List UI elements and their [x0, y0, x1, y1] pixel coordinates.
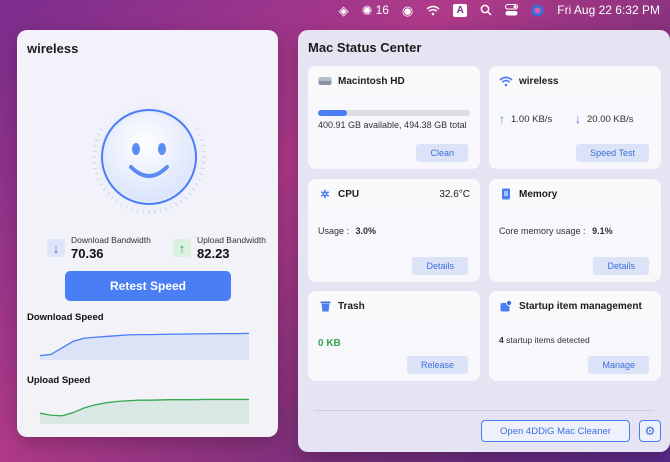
arrow-down-icon: ↓ — [575, 112, 581, 126]
trash-card: Trash 0 KB Release — [308, 291, 480, 381]
arrow-up-icon: ↑ — [173, 239, 191, 257]
mac-status-center-panel: Mac Status Center Macintosh HD 400.91 GB… — [298, 30, 670, 452]
panel-title: Mac Status Center — [308, 40, 422, 55]
gear-icon: ⚙ — [644, 424, 656, 438]
download-speed-value: 20.00 KB/s — [587, 113, 634, 125]
startup-items-icon — [499, 300, 513, 312]
cpu-usage-value: 3.0% — [355, 226, 377, 236]
notification-menu[interactable]: ✺ 16 — [362, 3, 389, 17]
speed-area — [40, 333, 249, 360]
cpu-temperature: 32.6°C — [439, 188, 470, 200]
release-button[interactable]: Release — [406, 356, 468, 374]
startup-detected-text: startup items detected — [506, 335, 590, 345]
cpu-details-button[interactable]: Details — [412, 257, 468, 275]
notification-count: 16 — [375, 3, 389, 17]
keyboard-input-icon[interactable]: A — [453, 3, 468, 17]
manage-button[interactable]: Manage — [588, 356, 649, 374]
disk-usage-text: 400.91 GB available, 494.38 GB total — [318, 120, 467, 130]
download-speed-title: Download Speed — [27, 312, 104, 323]
upload-bandwidth-value: 82.23 — [197, 246, 230, 261]
trash-size: 0 KB — [318, 338, 341, 349]
cpu-card: ✲ CPU 32.6°C Usage : 3.0% Details — [308, 179, 480, 282]
hard-drive-icon — [318, 75, 332, 87]
download-bandwidth-value: 70.36 — [71, 246, 104, 261]
memory-name: Memory — [519, 188, 558, 200]
upload-speed-title: Upload Speed — [27, 375, 91, 386]
download-bandwidth-label: Download Bandwidth — [71, 235, 151, 245]
disk-card: Macintosh HD 400.91 GB available, 494.38… — [308, 66, 480, 169]
spinner-icon: ✺ — [361, 2, 373, 18]
wireless-name: wireless — [519, 75, 559, 87]
upload-speed-value: 1.00 KB/s — [511, 113, 553, 125]
disk-name: Macintosh HD — [338, 75, 405, 87]
wireless-card: wireless ↑ 1.00 KB/s ↓ 20.00 KB/s Speed … — [489, 66, 661, 169]
menubar-clock[interactable]: Fri Aug 22 6:32 PM — [557, 3, 660, 17]
startup-name: Startup item management — [519, 300, 642, 312]
divider — [314, 410, 654, 411]
startup-card: Startup item management 4 startup items … — [489, 291, 661, 381]
speed-area — [40, 399, 249, 424]
cpu-usage-label: Usage : — [318, 226, 350, 236]
diamond-app-icon[interactable]: ◈ — [339, 4, 349, 17]
memory-details-button[interactable]: Details — [593, 257, 649, 275]
user-icon[interactable]: ◉ — [402, 4, 413, 17]
smiley-face-icon — [89, 95, 239, 245]
trash-name: Trash — [338, 300, 365, 312]
open-4ddig-mac-cleaner-button[interactable]: Open 4DDiG Mac Cleaner — [481, 420, 630, 442]
wifi-icon[interactable] — [426, 5, 440, 16]
control-center-icon[interactable] — [505, 4, 519, 16]
upload-bandwidth: ↑ Upload Bandwidth 82.23 — [173, 235, 266, 261]
menu-bar: ◈ ✺ 16 ◉ A Fri Aug 22 6:32 PM — [0, 0, 670, 20]
cpu-name: CPU — [338, 188, 360, 200]
upload-bandwidth-label: Upload Bandwidth — [197, 235, 266, 245]
search-icon[interactable] — [480, 4, 492, 16]
memory-usage-value: 9.1% — [592, 226, 613, 236]
wireless-speed-panel: wireless ↓ Download Bandwidth 70.36 ↑ Up… — [17, 30, 278, 437]
memory-icon — [499, 188, 513, 200]
settings-button[interactable]: ⚙ — [639, 420, 661, 442]
arrow-up-icon: ↑ — [499, 112, 505, 126]
download-bandwidth: ↓ Download Bandwidth 70.36 — [47, 235, 151, 261]
retest-speed-button[interactable]: Retest Speed — [65, 271, 231, 301]
cpu-icon: ✲ — [320, 188, 330, 201]
trash-icon — [318, 300, 332, 312]
download-speed-chart — [39, 332, 250, 360]
memory-card: Memory Core memory usage : 9.1% Details — [489, 179, 661, 282]
arrow-down-icon: ↓ — [47, 239, 65, 257]
startup-count: 4 — [499, 335, 504, 345]
wifi-icon — [499, 75, 513, 87]
siri-icon[interactable] — [531, 4, 544, 17]
panel-title: wireless — [27, 41, 79, 56]
clean-button[interactable]: Clean — [416, 144, 468, 162]
memory-usage-label: Core memory usage : — [499, 226, 586, 236]
upload-speed-chart — [39, 398, 249, 424]
disk-usage-bar — [318, 110, 470, 116]
speed-test-button[interactable]: Speed Test — [576, 144, 649, 162]
